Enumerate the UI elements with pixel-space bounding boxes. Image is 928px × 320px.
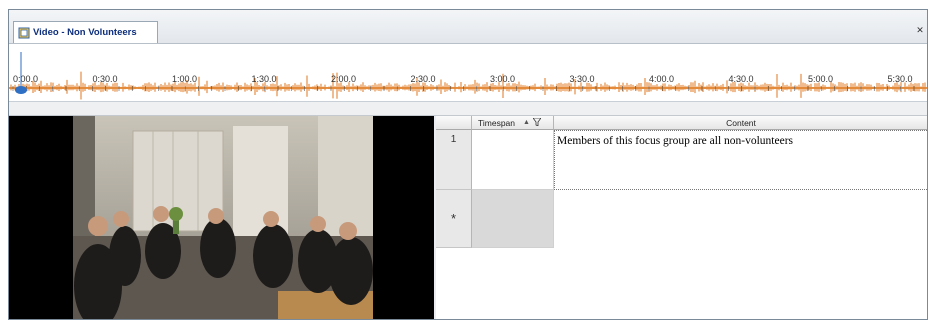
content-header-label: Content bbox=[726, 117, 756, 128]
new-timespan-cell[interactable] bbox=[472, 190, 554, 248]
timeline-label: 3:30.0 bbox=[570, 74, 595, 84]
close-icon[interactable]: ✕ bbox=[915, 24, 925, 36]
content-column-header[interactable]: Content bbox=[554, 116, 927, 130]
video-frame-image bbox=[73, 116, 373, 319]
timeline-label: 3:00.0 bbox=[490, 74, 515, 84]
filter-icon[interactable] bbox=[532, 117, 542, 128]
timeline-label: 1:00.0 bbox=[172, 74, 197, 84]
waveform bbox=[10, 71, 926, 100]
tab-bar: Video - Non Volunteers ✕ bbox=[9, 10, 927, 44]
row-number[interactable]: 1 bbox=[436, 130, 472, 190]
new-row-marker[interactable]: * bbox=[436, 190, 472, 248]
playhead-handle[interactable] bbox=[15, 86, 27, 94]
waveform-track[interactable]: 0:00.0 0:30.0 1:00.0 1:30.0 2:00.0 2:30.0 3:00… bbox=[9, 44, 928, 102]
timeline-label: 2:30.0 bbox=[411, 74, 436, 84]
timespan-cell[interactable] bbox=[472, 130, 554, 190]
timeline-label: 5:00.0 bbox=[808, 74, 833, 84]
timespan-column-header[interactable]: Timespan ▲ bbox=[472, 116, 554, 130]
sort-asc-icon[interactable]: ▲ bbox=[523, 119, 530, 126]
timeline-label: 2:00.0 bbox=[331, 74, 356, 84]
horizontal-scrollbar[interactable] bbox=[9, 102, 927, 116]
media-window: Video - Non Volunteers ✕ 0:00.0 0:30.0 1:0… bbox=[8, 9, 928, 320]
timeline-label: 0:00.0 bbox=[13, 74, 38, 84]
timeline-label: 0:30.0 bbox=[93, 74, 118, 84]
audio-timeline[interactable]: 0:00.0 0:30.0 1:00.0 1:30.0 2:00.0 2:30.0 3:00… bbox=[9, 44, 928, 111]
tab-label: Video - Non Volunteers bbox=[33, 27, 137, 38]
content-cell[interactable]: Members of this focus group are all non-… bbox=[554, 130, 927, 190]
grid-corner-header bbox=[436, 116, 472, 130]
timeline-label: 1:30.0 bbox=[252, 74, 277, 84]
timeline-label: 5:30.0 bbox=[888, 74, 913, 84]
timeline-label: 4:00.0 bbox=[649, 74, 674, 84]
film-icon bbox=[18, 27, 30, 39]
transcript-grid: Timespan ▲ Content 1 Members of this foc… bbox=[436, 116, 927, 319]
tab-video-non-volunteers[interactable]: Video - Non Volunteers bbox=[13, 21, 158, 43]
timespan-header-label: Timespan bbox=[478, 117, 516, 128]
video-player[interactable] bbox=[9, 116, 434, 319]
timeline-label: 4:30.0 bbox=[729, 74, 754, 84]
